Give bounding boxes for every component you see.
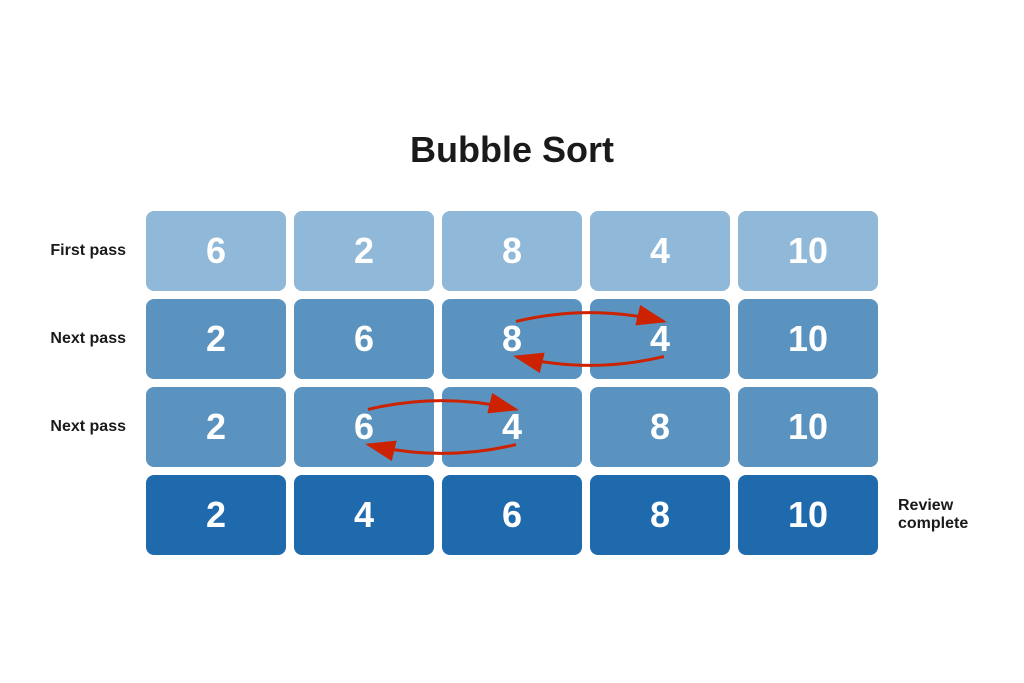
cell-r3-c0: 2	[146, 475, 286, 555]
page-title: Bubble Sort	[410, 129, 614, 171]
bubble-sort-grid: First pass628410Next pass268410Next pass…	[38, 211, 986, 555]
row-2: Next pass 264810	[38, 387, 986, 467]
cell-r0-c4: 10	[738, 211, 878, 291]
cell-r1-c4: 10	[738, 299, 878, 379]
row-label-2: Next pass	[38, 418, 138, 436]
cell-r0-c0: 6	[146, 211, 286, 291]
cell-r2-c2: 4	[442, 387, 582, 467]
cell-r0-c1: 2	[294, 211, 434, 291]
cell-r3-c1: 4	[294, 475, 434, 555]
cell-r1-c0: 2	[146, 299, 286, 379]
row-suffix-3: Review complete	[886, 497, 986, 533]
cell-r0-c2: 8	[442, 211, 582, 291]
cell-r1-c2: 8	[442, 299, 582, 379]
cell-r2-c4: 10	[738, 387, 878, 467]
cell-r2-c1: 6	[294, 387, 434, 467]
row-0: First pass 628410	[38, 211, 986, 291]
cell-r2-c3: 8	[590, 387, 730, 467]
row-3: 246810Review complete	[38, 475, 986, 555]
cell-r1-c3: 4	[590, 299, 730, 379]
cell-r3-c4: 10	[738, 475, 878, 555]
cell-r0-c3: 4	[590, 211, 730, 291]
cell-r3-c3: 8	[590, 475, 730, 555]
cell-r2-c0: 2	[146, 387, 286, 467]
row-label-0: First pass	[38, 242, 138, 260]
cell-r1-c1: 6	[294, 299, 434, 379]
row-label-1: Next pass	[38, 330, 138, 348]
row-1: Next pass 268410	[38, 299, 986, 379]
cell-r3-c2: 6	[442, 475, 582, 555]
